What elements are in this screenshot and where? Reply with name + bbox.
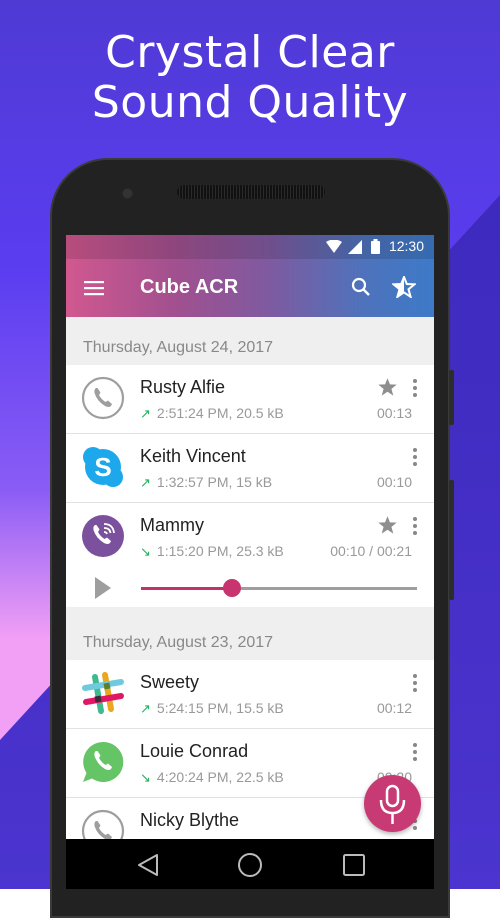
- headline-line-1: Crystal Clear: [105, 27, 395, 78]
- whatsapp-icon: [83, 741, 124, 782]
- recording-duration: 00:12: [376, 700, 412, 716]
- recording-item[interactable]: Sweety ↗ 5:24:15 PM, 15.5 kB 00:12: [66, 660, 434, 729]
- outgoing-call-icon: ↗: [140, 475, 151, 490]
- incoming-call-icon: ↘: [140, 544, 151, 559]
- outgoing-call-icon: ↗: [140, 701, 151, 716]
- app-title: Cube ACR: [140, 276, 239, 298]
- recording-time-size: 1:15:20 PM, 25.3 kB: [156, 543, 284, 559]
- recording-time-size: 5:24:15 PM, 15.5 kB: [156, 700, 284, 716]
- promo-headline: Crystal Clear Sound Quality: [0, 28, 500, 128]
- recording-duration: 00:10: [376, 474, 412, 490]
- svg-text:S: S: [94, 452, 111, 482]
- app-top-bar: 12:30 Cube ACR: [66, 235, 434, 317]
- earpiece-speaker: [177, 185, 325, 199]
- battery-icon: [371, 239, 380, 254]
- contact-name: Louie Conrad: [140, 741, 249, 761]
- contact-name: Sweety: [140, 672, 200, 692]
- recents-icon[interactable]: [342, 853, 366, 877]
- power-button: [449, 480, 454, 600]
- more-options-icon[interactable]: [412, 674, 418, 694]
- recording-meta: ↘ 4:20:24 PM, 22.5 kB: [140, 769, 284, 786]
- recording-item[interactable]: S Keith Vincent ↗ 1:32:57 PM, 15 kB 00:10: [66, 434, 434, 503]
- audio-player: [66, 571, 434, 607]
- viber-icon: [82, 515, 124, 557]
- incoming-call-icon: ↘: [140, 770, 151, 785]
- recording-item[interactable]: Rusty Alfie ↗ 2:51:24 PM, 20.5 kB 00:13: [66, 365, 434, 434]
- seek-bar-thumb[interactable]: [223, 579, 242, 597]
- contact-name: Nicky Blythe: [140, 810, 240, 830]
- search-icon[interactable]: [351, 277, 371, 297]
- star-icon[interactable]: [377, 377, 398, 397]
- star-icon[interactable]: [377, 515, 398, 535]
- front-camera: [122, 188, 133, 199]
- more-options-icon[interactable]: [412, 448, 418, 468]
- recording-time-size: 4:20:24 PM, 22.5 kB: [156, 769, 284, 785]
- contact-name: Rusty Alfie: [140, 377, 226, 397]
- home-icon[interactable]: [237, 852, 263, 878]
- recording-item-expanded[interactable]: Mammy ↘ 1:15:20 PM, 25.3 kB 00:10 / 00:21: [66, 503, 434, 607]
- date-header-label: Thursday, August 24, 2017: [83, 339, 274, 356]
- system-nav-bar: [66, 839, 434, 889]
- recording-meta: ↗ 2:51:24 PM, 20.5 kB: [140, 405, 284, 422]
- outgoing-call-icon: ↗: [140, 406, 151, 421]
- more-options-icon[interactable]: [412, 379, 418, 399]
- record-fab[interactable]: [364, 775, 421, 832]
- status-bar: 12:30: [66, 235, 434, 259]
- phone-icon: [81, 376, 125, 420]
- recording-meta: ↗ 1:32:57 PM, 15 kB: [140, 474, 272, 491]
- volume-button: [449, 370, 454, 425]
- hamburger-menu-icon[interactable]: [84, 280, 104, 296]
- recording-time-size: 1:32:57 PM, 15 kB: [156, 474, 273, 490]
- contact-name: Mammy: [140, 515, 204, 535]
- date-header: Thursday, August 24, 2017: [66, 317, 434, 365]
- recording-duration: 00:13: [376, 405, 412, 421]
- seek-bar-progress: [141, 587, 233, 590]
- status-time: 12:30: [388, 238, 424, 254]
- skype-icon: S: [83, 447, 123, 487]
- microphone-icon: [379, 784, 406, 824]
- recording-meta: ↗ 5:24:15 PM, 15.5 kB: [140, 700, 284, 717]
- more-options-icon[interactable]: [412, 743, 418, 763]
- wifi-icon: [326, 240, 342, 253]
- recording-time-size: 2:51:24 PM, 20.5 kB: [156, 405, 284, 421]
- playback-position: 00:10 / 00:21: [330, 543, 412, 559]
- date-header-label: Thursday, August 23, 2017: [83, 634, 274, 651]
- recording-meta: ↘ 1:15:20 PM, 25.3 kB: [140, 543, 284, 560]
- seek-bar[interactable]: [141, 579, 417, 597]
- contact-name: Keith Vincent: [140, 446, 246, 466]
- back-icon[interactable]: [137, 853, 159, 877]
- play-icon[interactable]: [95, 577, 111, 599]
- date-header: Thursday, August 23, 2017: [66, 607, 434, 660]
- slack-icon: [82, 672, 124, 714]
- more-options-icon[interactable]: [412, 517, 418, 537]
- headline-line-2: Sound Quality: [91, 77, 409, 128]
- phone-screen: 12:30 Cube ACR Thursday, August 24, 2017…: [66, 235, 434, 889]
- signal-icon: [348, 240, 362, 254]
- star-outline-icon[interactable]: [392, 276, 416, 298]
